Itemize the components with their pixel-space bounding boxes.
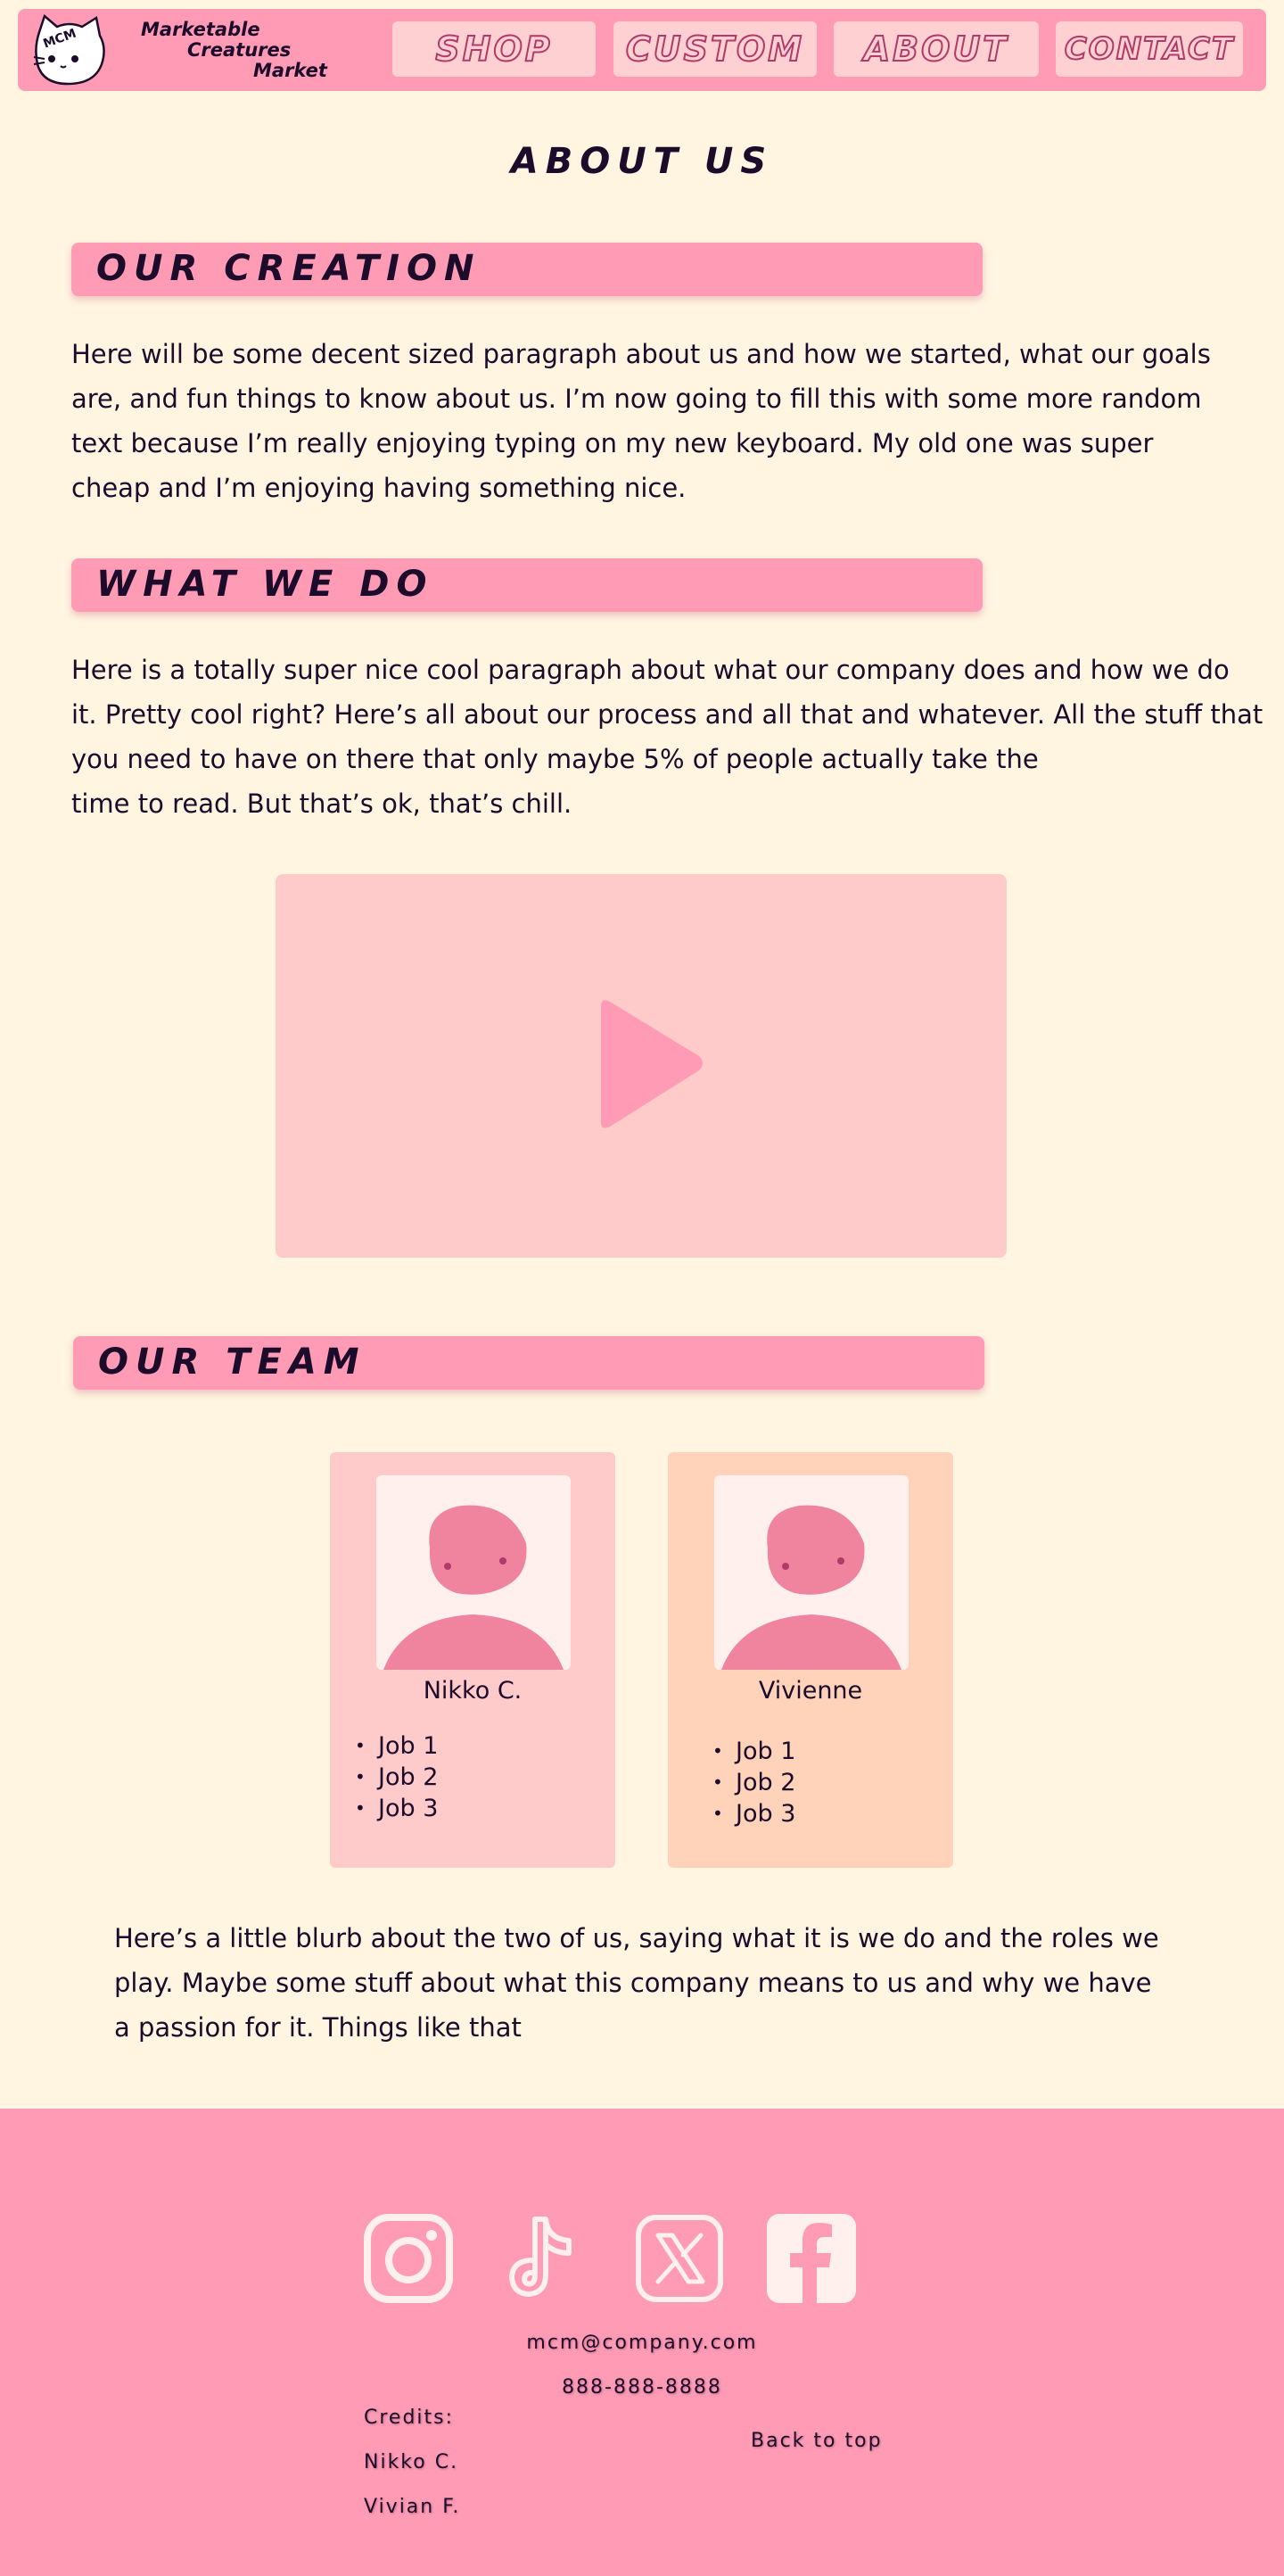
- section-heading-creation: OUR CREATION: [71, 243, 983, 296]
- what-we-do-line: you need to have on there that only mayb…: [71, 744, 1039, 774]
- team-blurb-line: play. Maybe some stuff about what this c…: [114, 1968, 1152, 1998]
- person-placeholder-icon: [383, 1505, 564, 1670]
- facebook-icon[interactable]: [765, 2212, 858, 2305]
- contact-phone[interactable]: 888-888-8888: [0, 2376, 1284, 2398]
- x-icon[interactable]: [633, 2212, 726, 2305]
- nav-about-label: ABOUT: [863, 29, 1009, 70]
- logo-line-3: Market: [253, 60, 327, 81]
- team-card: Vivienne Job 1 Job 2 Job 3: [668, 1452, 953, 1868]
- video-player[interactable]: [276, 874, 1007, 1258]
- footer: mcm@company.com 888-888-8888 Credits: Ni…: [0, 2109, 1284, 2576]
- list-item: Job 3: [355, 1793, 438, 1824]
- avatar: [376, 1475, 571, 1670]
- what-we-do-paragraph: Here is a totally super nice cool paragr…: [71, 648, 1266, 826]
- top-nav: MCM Marketable Creatures Market SHOP CUS…: [18, 9, 1266, 91]
- list-item: Job 1: [712, 1736, 795, 1767]
- avatar: [714, 1475, 909, 1670]
- section-heading-what-we-do: WHAT WE DO: [71, 558, 983, 612]
- nav-shop-button[interactable]: SHOP: [392, 21, 596, 77]
- list-item: Job 1: [355, 1730, 438, 1762]
- logo-line-2: Creatures: [187, 39, 292, 61]
- section-heading-team-label: OUR TEAM: [98, 1342, 366, 1383]
- team-blurb-line: a passion for it. Things like that: [114, 2012, 522, 2043]
- nav-contact-label: CONTACT: [1064, 30, 1235, 68]
- what-we-do-line: it. Pretty cool right? Here’s all about …: [71, 699, 1263, 730]
- job-list: Job 1 Job 2 Job 3: [712, 1736, 795, 1829]
- back-to-top-link[interactable]: Back to top: [751, 2430, 883, 2452]
- credit-name: Nikko C.: [364, 2451, 459, 2473]
- job-list: Job 1 Job 2 Job 3: [355, 1730, 438, 1824]
- contact-email[interactable]: mcm@company.com: [0, 2332, 1284, 2354]
- logo-wordmark[interactable]: Marketable Creatures Market: [123, 20, 327, 81]
- page-title: ABOUT US: [510, 141, 774, 182]
- nav-contact-button[interactable]: CONTACT: [1056, 21, 1243, 77]
- nav-custom-label: CUSTOM: [625, 29, 805, 70]
- team-blurb-line: Here’s a little blurb about the two of u…: [114, 1923, 1159, 1953]
- list-item: Job 2: [712, 1767, 795, 1798]
- creation-paragraph: Here will be some decent sized paragraph…: [71, 339, 1211, 503]
- logo-line-1: Marketable: [141, 19, 260, 40]
- team-card: Nikko C. Job 1 Job 2 Job 3: [330, 1452, 615, 1868]
- team-blurb: Here’s a little blurb about the two of u…: [114, 1916, 1184, 2050]
- logo-cat-icon[interactable]: MCM: [32, 12, 107, 87]
- team-member-name: Vivienne: [758, 1677, 863, 1705]
- nav-about-button[interactable]: ABOUT: [834, 21, 1039, 77]
- credit-name: Vivian F.: [364, 2496, 461, 2518]
- section-heading-creation-label: OUR CREATION: [96, 248, 482, 289]
- list-item: Job 3: [712, 1798, 795, 1829]
- instagram-icon[interactable]: [362, 2212, 455, 2305]
- section-heading-what-we-do-label: WHAT WE DO: [96, 564, 434, 605]
- tiktok-icon[interactable]: [498, 2212, 590, 2305]
- nav-shop-label: SHOP: [434, 29, 553, 70]
- play-icon[interactable]: [590, 997, 706, 1131]
- nav-custom-button[interactable]: CUSTOM: [613, 21, 817, 77]
- what-we-do-line: Here is a totally super nice cool paragr…: [71, 655, 1230, 685]
- list-item: Job 2: [355, 1762, 438, 1793]
- team-member-name: Nikko C.: [423, 1677, 523, 1705]
- credits-label: Credits:: [364, 2407, 455, 2429]
- section-heading-team: OUR TEAM: [73, 1336, 984, 1390]
- person-placeholder-icon: [721, 1505, 901, 1670]
- what-we-do-line: time to read. But that’s ok, that’s chil…: [71, 788, 572, 819]
